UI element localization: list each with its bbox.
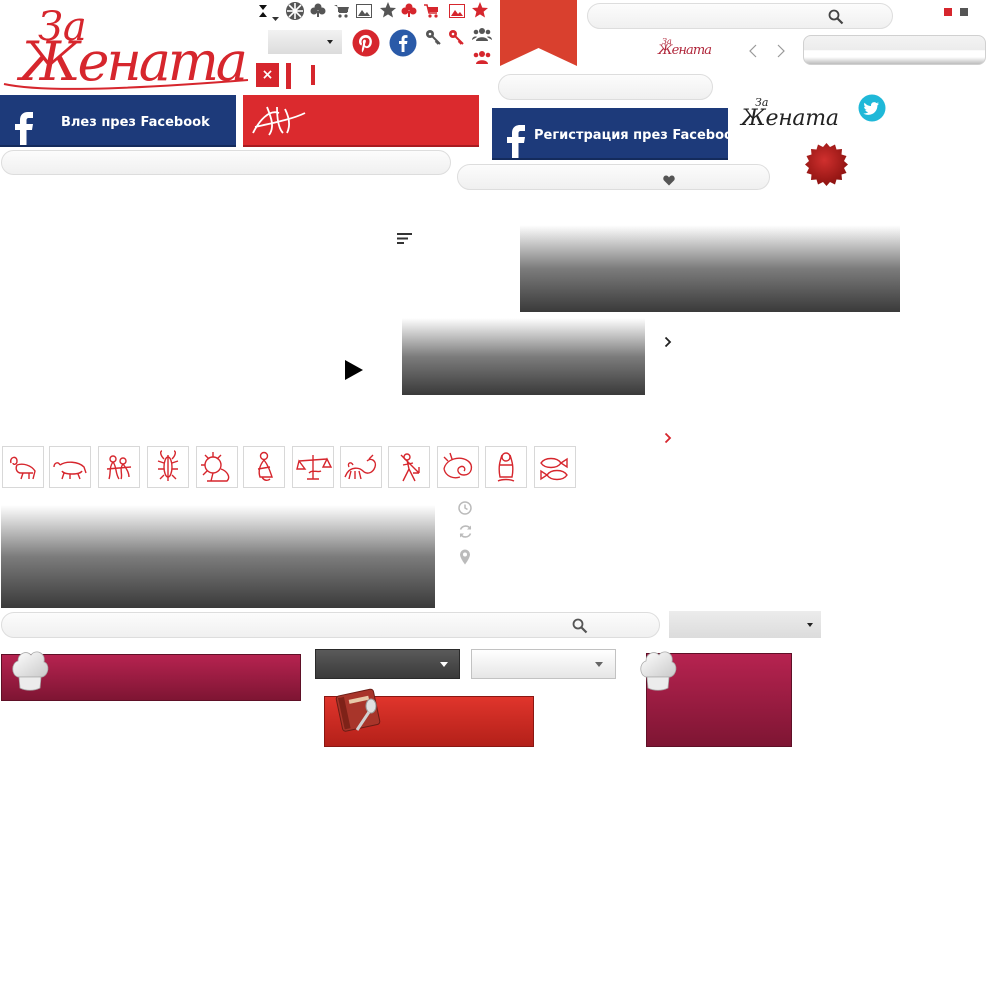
svg-text:Жената: Жената [657, 43, 712, 58]
aquarius-icon[interactable] [485, 446, 527, 488]
star-icon[interactable] [471, 1, 489, 19]
key-icon[interactable] [425, 29, 441, 45]
map-pin-icon [459, 549, 471, 565]
sort-arrows-icon[interactable] [258, 3, 268, 17]
recipe-book-icon [333, 686, 385, 734]
facebook-f-icon [12, 111, 34, 145]
sort-menu-icon[interactable] [397, 229, 413, 244]
aries-icon[interactable] [2, 446, 44, 488]
taurus-icon[interactable] [49, 446, 91, 488]
chevron-down-icon [327, 40, 333, 44]
video-thumbnail[interactable] [402, 318, 645, 395]
chef-hat-icon [10, 647, 50, 691]
cart-icon[interactable] [424, 3, 440, 18]
chevron-down-icon [807, 623, 813, 627]
image-placeholder [520, 225, 900, 312]
small-dropdown[interactable] [268, 30, 342, 54]
red-divider [286, 63, 291, 89]
header-input-field[interactable] [803, 35, 986, 65]
club-icon[interactable] [310, 2, 326, 18]
twitter-icon[interactable] [858, 94, 886, 122]
site-monogram-icon [252, 106, 306, 136]
seal-badge-icon [803, 141, 850, 188]
favorites-input[interactable] [457, 164, 770, 190]
heart-icon[interactable] [663, 171, 675, 190]
facebook-login-label: Влез през Facebook [61, 115, 210, 130]
sagittarius-icon[interactable] [388, 446, 430, 488]
star-icon[interactable] [379, 1, 397, 19]
capricorn-icon[interactable] [437, 446, 479, 488]
clock-icon [458, 500, 472, 515]
chef-hat-icon [638, 647, 678, 691]
svg-text:Жената: Жената [739, 106, 839, 130]
cart-icon[interactable] [334, 3, 350, 18]
chevron-down-icon [595, 662, 603, 667]
image-icon[interactable] [356, 3, 372, 18]
small-logo[interactable]: За Жената [654, 36, 714, 58]
virgo-icon[interactable] [243, 446, 285, 488]
facebook-register-button[interactable]: Регистрация през Facebook [492, 108, 742, 160]
site-logo[interactable]: За Жената [0, 0, 252, 93]
language-flag-red[interactable] [944, 8, 952, 16]
header-search-input[interactable] [587, 3, 893, 29]
scorpio-icon[interactable] [340, 446, 382, 488]
text-input[interactable] [1, 150, 451, 175]
close-button[interactable]: × [256, 63, 279, 87]
users-icon[interactable] [472, 26, 492, 41]
filter-dropdown[interactable] [669, 611, 821, 638]
language-flag-grey[interactable] [960, 8, 968, 16]
site-logo-graphic: За Жената [3, 4, 249, 93]
pinterest-icon[interactable] [352, 29, 380, 57]
site-logo-black[interactable]: За Жената [739, 94, 841, 131]
chevron-right-icon[interactable] [664, 333, 672, 348]
ribbon-bookmark [500, 0, 577, 66]
club-icon[interactable] [401, 2, 417, 18]
chevron-left-icon[interactable] [748, 43, 758, 58]
site-login-button[interactable] [243, 95, 479, 147]
chevron-down-icon[interactable] [272, 7, 279, 21]
light-dropdown[interactable] [471, 649, 616, 679]
text-input[interactable] [498, 74, 713, 100]
users-icon[interactable] [472, 49, 492, 64]
facebook-login-button[interactable]: Влез през Facebook [0, 95, 236, 147]
key-icon[interactable] [448, 29, 464, 45]
article-image[interactable] [1, 505, 435, 608]
libra-icon[interactable] [292, 446, 334, 488]
facebook-f-icon [504, 124, 526, 158]
play-icon[interactable] [344, 359, 364, 381]
chevron-right-icon[interactable] [776, 43, 786, 58]
pisces-icon[interactable] [534, 446, 576, 488]
facebook-register-label: Регистрация през Facebook [534, 128, 742, 143]
search-icon[interactable] [572, 618, 588, 638]
facebook-icon[interactable] [389, 29, 417, 57]
refresh-icon [458, 524, 473, 539]
chevron-right-icon[interactable] [664, 429, 672, 444]
leo-icon[interactable] [196, 446, 238, 488]
cancer-icon[interactable] [147, 446, 189, 488]
red-divider [311, 65, 315, 85]
aperture-icon[interactable] [285, 1, 305, 21]
gemini-icon[interactable] [98, 446, 140, 488]
close-icon: × [261, 67, 274, 83]
search-icon[interactable] [828, 9, 844, 29]
image-icon[interactable] [449, 3, 465, 18]
chevron-down-icon [440, 662, 448, 667]
main-search-input[interactable] [1, 612, 660, 638]
dark-dropdown[interactable] [315, 649, 460, 679]
